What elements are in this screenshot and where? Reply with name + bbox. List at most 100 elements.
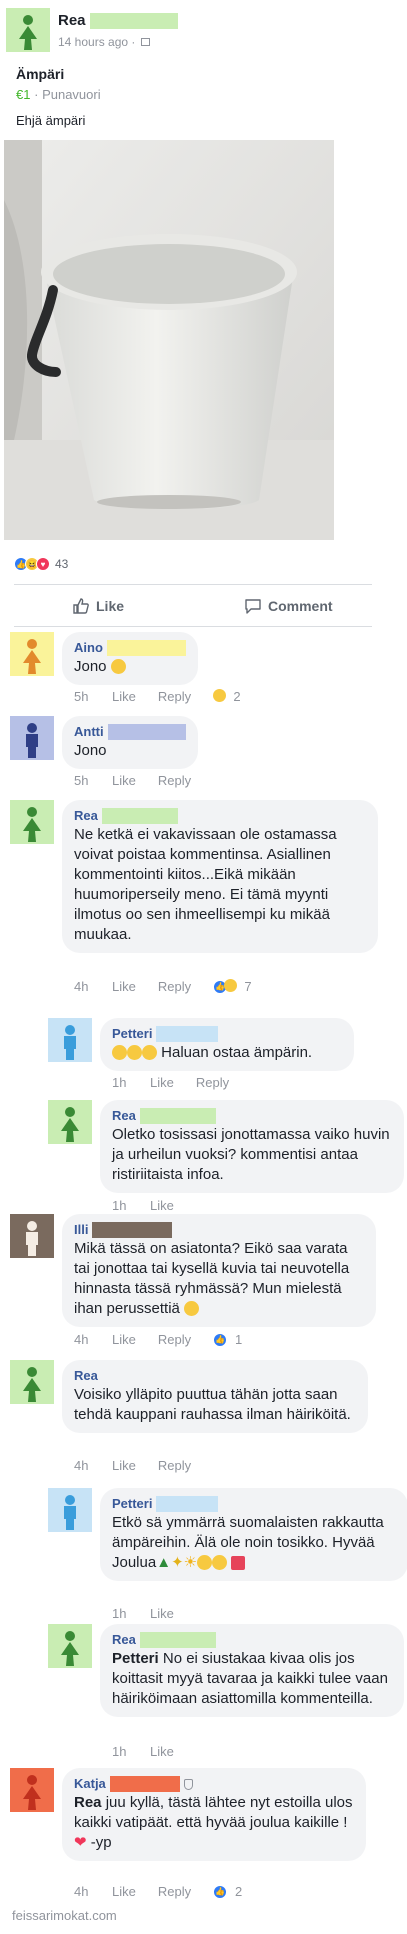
comment-like-button[interactable]: Like (112, 979, 136, 994)
person-silhouette-icon (26, 723, 38, 758)
commenter-avatar[interactable] (48, 1018, 92, 1062)
censor-bar (92, 1222, 173, 1238)
comment-bubble: Illi Mikä tässä on asiatonta? Eikö saa v… (62, 1214, 376, 1327)
comment-button[interactable]: Comment (244, 594, 333, 618)
comment-reply-button[interactable]: Reply (158, 689, 191, 704)
commenter-name[interactable]: Rea (74, 1367, 356, 1385)
divider (14, 584, 372, 585)
bucket-photo[interactable] (4, 140, 334, 540)
commenter-name[interactable]: Petteri (112, 1025, 342, 1043)
comment-like-button[interactable]: Like (112, 1458, 136, 1473)
commenter-avatar[interactable] (10, 632, 54, 676)
comment-like-button[interactable]: Like (150, 1606, 174, 1621)
comment-text: Jono (74, 742, 107, 759)
comment-text: Ne ketkä ei vakavissaan ole ostamassa vo… (74, 826, 337, 943)
person-silhouette-icon (23, 807, 41, 842)
surprised-emoji-icon (184, 1300, 200, 1316)
censor-bar (107, 724, 186, 740)
commenter-name[interactable]: Antti (74, 723, 186, 741)
comment-bubble: Rea Oletko tosissasi jonottamassa vaiko … (100, 1100, 404, 1193)
comment-like-button[interactable]: Like (150, 1198, 174, 1213)
commenter-name[interactable]: Katja (74, 1775, 354, 1793)
person-silhouette-icon (23, 639, 41, 674)
comment-actions: 4h Like Reply (74, 1458, 213, 1473)
comment-reply-button[interactable]: Reply (158, 1332, 191, 1347)
moderator-badge-icon (183, 1778, 193, 1790)
person-silhouette-icon (61, 1631, 79, 1666)
comment-like-button[interactable]: Like (150, 1075, 174, 1090)
thumbs-up-icon (73, 598, 89, 614)
comment-reactions[interactable]: 2 (213, 689, 241, 704)
comment-reply-button[interactable]: Reply (158, 773, 191, 788)
comment-text: Haluan ostaa ämpärin. (112, 1043, 342, 1063)
sun-icon: ☀ (183, 1554, 198, 1571)
like-reaction-icon: 👍 (213, 1884, 228, 1899)
commenter-avatar[interactable] (48, 1624, 92, 1668)
commenter-avatar[interactable] (10, 1360, 54, 1404)
commenter-name[interactable]: Rea (112, 1631, 392, 1649)
comment-bubble: Petteri Haluan ostaa ämpärin. (100, 1018, 354, 1071)
post-reactions[interactable]: 👍 😆 ♥ 43 (14, 555, 68, 573)
comment-bubble: Petteri Etkö sä ymmärrä suomalaisten rak… (100, 1488, 407, 1581)
commenter-avatar[interactable] (48, 1100, 92, 1144)
comment-like-button[interactable]: Like (150, 1744, 174, 1759)
comment-actions: 4h Like Reply 👍 2 (74, 1884, 242, 1899)
commenter-name[interactable]: Petteri (112, 1495, 396, 1513)
commenter-name[interactable]: Rea (112, 1107, 392, 1125)
comment-actions: 1h Like Reply (112, 1075, 251, 1090)
haha-reaction-icon (213, 689, 227, 702)
listing-location[interactable]: Punavuori (42, 87, 101, 102)
comment-reactions[interactable]: 👍 2 (213, 1884, 242, 1899)
reaction-count: 43 (55, 557, 69, 571)
commenter-name[interactable]: Illi (74, 1221, 364, 1239)
comment-time[interactable]: 1h (112, 1075, 150, 1090)
comment-reply-button[interactable]: Reply (158, 979, 191, 994)
post-author[interactable]: Rea (58, 12, 178, 30)
watermark: feissarimokat.com (12, 1908, 117, 1923)
mention[interactable]: Petteri (112, 1650, 159, 1667)
commenter-avatar[interactable] (48, 1488, 92, 1532)
haha-reaction-icon (224, 979, 238, 992)
comment-like-button[interactable]: Like (112, 1884, 136, 1899)
like-button-label: Like (96, 598, 125, 614)
divider (14, 626, 372, 627)
comment-time[interactable]: 5h (74, 773, 112, 788)
price-separator: · (34, 87, 39, 102)
comment-like-button[interactable]: Like (112, 1332, 136, 1347)
comment-time[interactable]: 4h (74, 1458, 112, 1473)
commenter-avatar[interactable] (10, 1214, 54, 1258)
commenter-name[interactable]: Aino (74, 639, 186, 657)
comment-reactions[interactable]: 👍 1 (213, 1332, 242, 1347)
comment-time[interactable]: 1h (112, 1606, 150, 1621)
comment-bubble: Rea Voisiko ylläpito puuttua tähän jotta… (62, 1360, 368, 1433)
comment-reply-button[interactable]: Reply (196, 1075, 229, 1090)
author-avatar[interactable] (6, 8, 50, 52)
comment-reply-button[interactable]: Reply (158, 1884, 191, 1899)
comment-time[interactable]: 1h (112, 1744, 150, 1759)
commenter-avatar[interactable] (10, 716, 54, 760)
post-time[interactable]: 14 hours ago (58, 35, 128, 49)
comment-reply-button[interactable]: Reply (158, 1458, 191, 1473)
comment-actions: 5h Like Reply (74, 773, 213, 788)
commenter-avatar[interactable] (10, 800, 54, 844)
comment-like-button[interactable]: Like (112, 773, 136, 788)
comment-text: Voisiko ylläpito puuttua tähän jotta saa… (74, 1386, 351, 1423)
mention[interactable]: Rea (74, 1794, 102, 1811)
comment-time[interactable]: 4h (74, 979, 112, 994)
comment-time[interactable]: 5h (74, 689, 112, 704)
comment-time[interactable]: 4h (74, 1884, 112, 1899)
censor-bar (89, 13, 178, 30)
comment-text: Oletko tosissasi jonottamassa vaiko huvi… (112, 1126, 390, 1183)
comment-reactions[interactable]: 👍 7 (213, 979, 252, 994)
comment-text: Rea juu kyllä, tästä lähtee nyt estoilla… (74, 1794, 353, 1851)
listing-description: Ehjä ämpäri (16, 113, 86, 128)
commenter-name[interactable]: Rea (74, 807, 366, 825)
privacy-icon (140, 37, 150, 46)
comment-time[interactable]: 1h (112, 1198, 150, 1213)
comment-actions: 1h Like (112, 1744, 196, 1759)
like-button[interactable]: Like (72, 594, 124, 618)
commenter-avatar[interactable] (10, 1768, 54, 1812)
censor-bar (139, 1632, 216, 1648)
comment-time[interactable]: 4h (74, 1332, 112, 1347)
comment-like-button[interactable]: Like (112, 689, 136, 704)
